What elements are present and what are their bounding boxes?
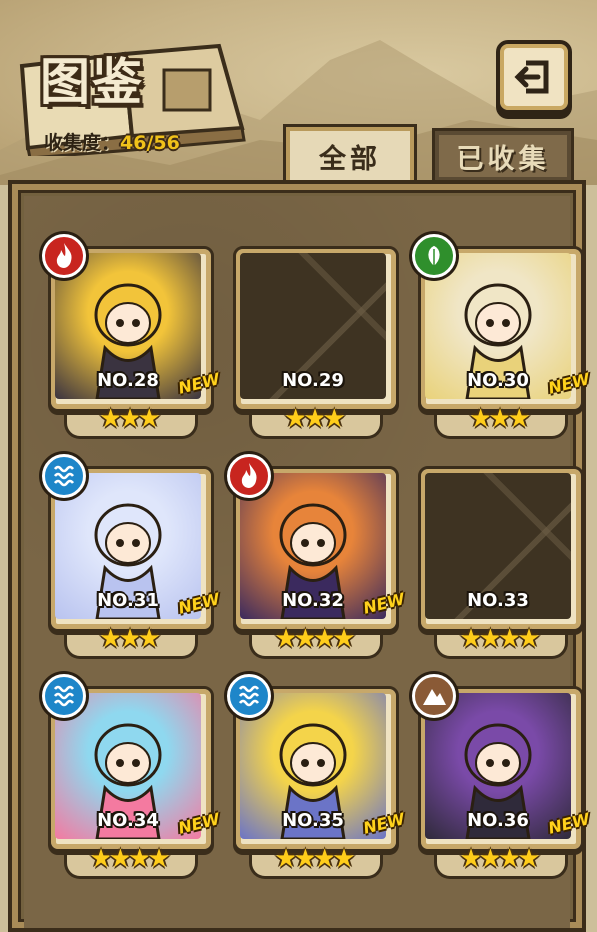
earth-element-icon <box>412 674 456 718</box>
star-icon: ★ <box>108 844 132 874</box>
collection-card[interactable]: NO.30 NEW ★★★ <box>412 234 592 444</box>
star-icon: ★ <box>313 844 336 874</box>
star-rating: ★★★ <box>418 404 578 434</box>
fire-element-icon <box>227 454 271 498</box>
star-icon: ★ <box>332 624 355 654</box>
fire-element-icon <box>42 234 86 278</box>
star-icon: ★ <box>128 844 151 874</box>
star-icon: ★ <box>498 844 521 874</box>
star-rating: ★★★ <box>233 404 393 434</box>
star-rating: ★★★★ <box>418 844 578 874</box>
collection-card[interactable]: NO.31 NEW ★★★ <box>42 454 222 664</box>
star-icon: ★ <box>507 404 531 434</box>
star-icon: ★ <box>118 624 141 654</box>
card-number: NO.33 <box>467 590 529 611</box>
star-icon: ★ <box>459 844 482 874</box>
star-icon: ★ <box>147 844 170 874</box>
star-icon: ★ <box>478 844 502 874</box>
star-icon: ★ <box>459 624 482 654</box>
star-rating: ★★★ <box>48 624 208 654</box>
star-icon: ★ <box>469 404 492 434</box>
collection-card[interactable]: NO.33 ★★★★ <box>412 454 584 664</box>
star-icon: ★ <box>488 404 511 434</box>
collection-card[interactable]: NO.34 NEW ★★★★ <box>42 674 222 884</box>
tab-collected[interactable]: 已收集 <box>432 128 574 181</box>
tab-all[interactable]: 全部 <box>283 124 417 185</box>
star-icon: ★ <box>137 404 161 434</box>
collection-card[interactable]: NO.28 NEW ★★★ <box>42 234 222 444</box>
water-element-icon <box>42 454 86 498</box>
header: 图鉴 收集度：46/56 全部 已收集 <box>0 0 597 185</box>
star-icon: ★ <box>137 624 161 654</box>
star-icon: ★ <box>313 624 336 654</box>
star-icon: ★ <box>274 624 297 654</box>
card-number: NO.29 <box>282 370 344 391</box>
star-icon: ★ <box>303 404 326 434</box>
star-icon: ★ <box>284 404 307 434</box>
collection-card[interactable]: NO.36 NEW ★★★★ <box>412 674 592 884</box>
collection-card[interactable]: NO.32 NEW ★★★★ <box>227 454 407 664</box>
star-rating: ★★★★ <box>233 624 393 654</box>
water-element-icon <box>42 674 86 718</box>
star-icon: ★ <box>293 624 317 654</box>
collection-card[interactable]: NO.29 ★★★ <box>227 234 399 444</box>
page-title: 图鉴 <box>40 53 144 111</box>
collection-panel: NO.28 NEW ★★★ NO.29 ★★★ NO.30 NEW ★★★ NO.31 NEW ★★… <box>8 180 592 932</box>
progress-label: 收集度： <box>44 132 121 154</box>
star-rating: ★★★★ <box>233 844 393 874</box>
collection-card[interactable]: NO.35 NEW ★★★★ <box>227 674 407 884</box>
progress-value: 46/56 <box>120 132 180 154</box>
return-arrow-icon <box>514 60 549 94</box>
star-rating: ★★★★ <box>418 624 578 654</box>
star-rating: ★★★★ <box>48 844 208 874</box>
star-icon: ★ <box>118 404 141 434</box>
star-icon: ★ <box>89 844 112 874</box>
star-rating: ★★★ <box>48 404 208 434</box>
star-icon: ★ <box>293 844 317 874</box>
star-icon: ★ <box>498 624 521 654</box>
card-grid: NO.28 NEW ★★★ NO.29 ★★★ NO.30 NEW ★★★ NO.31 NEW ★★… <box>24 196 592 928</box>
star-icon: ★ <box>274 844 297 874</box>
star-icon: ★ <box>332 844 355 874</box>
star-icon: ★ <box>99 624 122 654</box>
collection-progress: 收集度：46/56 <box>44 128 180 155</box>
star-icon: ★ <box>517 844 540 874</box>
star-icon: ★ <box>322 404 346 434</box>
water-element-icon <box>227 674 271 718</box>
wood-element-icon <box>412 234 456 278</box>
star-icon: ★ <box>517 624 540 654</box>
back-button[interactable] <box>496 40 572 114</box>
star-icon: ★ <box>478 624 502 654</box>
star-icon: ★ <box>99 404 122 434</box>
